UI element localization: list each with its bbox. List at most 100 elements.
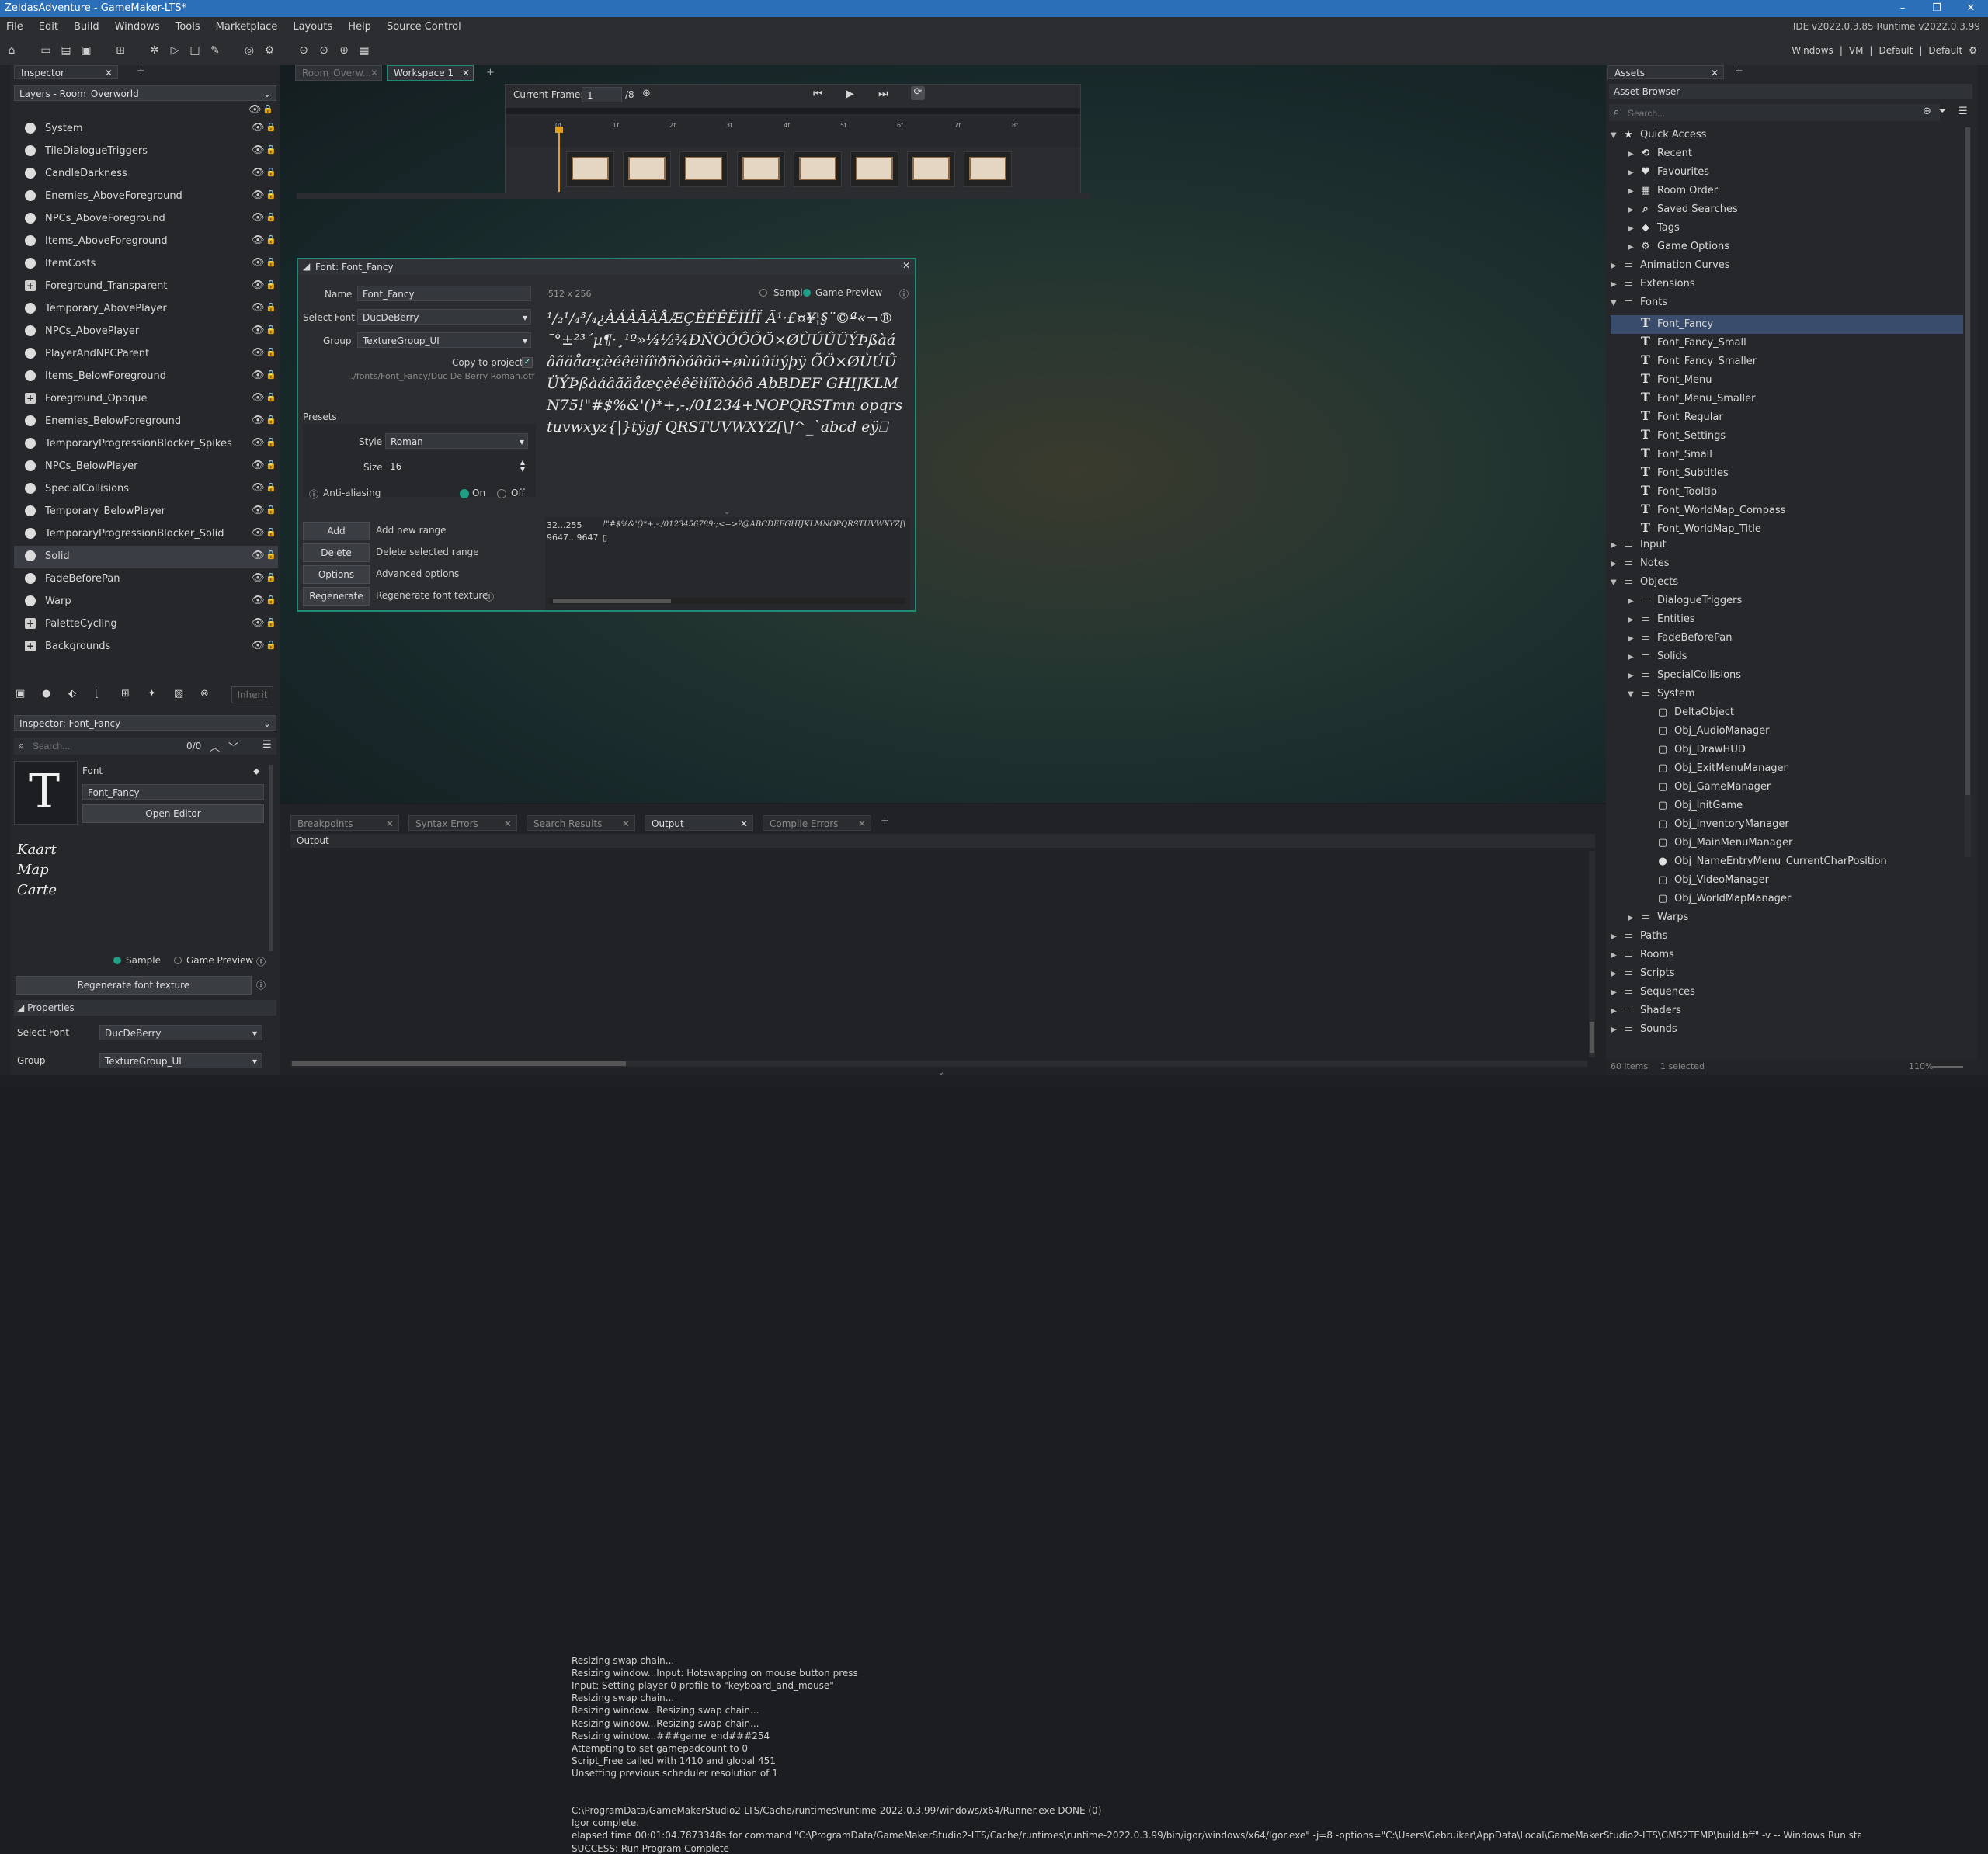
eye-icon[interactable]: 👁 (252, 572, 265, 584)
add-path-layer-icon[interactable]: ⬖ (68, 688, 76, 700)
close-icon[interactable]: ✕ (462, 68, 470, 78)
close-icon[interactable]: ✕ (1711, 68, 1719, 78)
collapse-icon[interactable]: ◢ (303, 261, 310, 272)
tree-item[interactable]: ▶ ▭ Warps (1611, 911, 1963, 930)
tree-item[interactable]: ▶ ▭ Rooms (1611, 949, 1963, 967)
output-hscroll[interactable] (290, 1061, 1587, 1067)
chevron-right-icon[interactable]: ▶ (1628, 243, 1639, 252)
help-icon[interactable]: ⓘ (485, 590, 494, 603)
tab-breakpoints[interactable]: Breakpoints ✕ (290, 815, 399, 831)
lock-icon[interactable]: 🔒 (266, 279, 276, 290)
lock-icon[interactable]: 🔒 (266, 482, 276, 492)
menu-layouts[interactable]: Layouts (293, 21, 332, 33)
eye-icon[interactable]: 👁 (252, 325, 265, 336)
tab-room-overworld[interactable]: Room_Overw... ✕ (295, 65, 382, 81)
tree-item[interactable]: ▢ Obj_InventoryManager (1611, 818, 1963, 837)
tree-item[interactable]: ▢ Obj_ExitMenuManager (1611, 762, 1963, 781)
loop-toggle-icon[interactable]: ⟳ (911, 86, 925, 100)
tree-item[interactable]: T Font_Subtitles (1611, 464, 1963, 483)
lock-icon[interactable]: 🔒 (266, 460, 276, 470)
minimize-button[interactable]: – (1885, 0, 1920, 17)
tree-item[interactable]: ▶ ⬥ Tags (1611, 222, 1963, 241)
tree-item[interactable]: ▶ ▭ Scripts (1611, 967, 1963, 986)
tree-item[interactable]: T Font_Regular (1611, 408, 1963, 427)
open-editor-button[interactable]: Open Editor (82, 804, 264, 823)
lock-icon[interactable]: 🔒 (266, 189, 276, 200)
frame-thumb[interactable] (907, 151, 955, 187)
maximize-button[interactable]: ❐ (1920, 0, 1954, 17)
close-window-button[interactable]: ✕ (1954, 0, 1988, 17)
properties-header[interactable]: ◢ Properties (14, 1000, 276, 1016)
inspector-search-input[interactable] (31, 738, 174, 754)
skip-end-icon[interactable]: ⏭ (878, 88, 888, 100)
chevron-down-icon[interactable]: ▼ (1628, 690, 1639, 699)
magic-wand-icon[interactable]: ✦ (148, 688, 156, 700)
lock-icon[interactable]: 🔒 (266, 640, 276, 650)
settings-icon[interactable]: ⚙ (262, 43, 276, 57)
lock-icon[interactable]: 🔒 (266, 234, 276, 245)
close-icon[interactable]: ✕ (504, 816, 512, 832)
lock-icon[interactable]: 🔒 (266, 325, 276, 335)
tree-item[interactable]: T Font_WorldMap_Title (1611, 520, 1963, 539)
target-config[interactable]: Default (1879, 45, 1913, 56)
layer-row[interactable]: + PaletteCycling 👁 🔒 (14, 613, 278, 636)
chevron-down-icon[interactable]: ▼ (1611, 299, 1621, 307)
chevron-right-icon[interactable]: ▶ (1611, 560, 1621, 568)
layer-row[interactable]: Solid 👁 🔒 (14, 546, 278, 568)
tree-item[interactable]: T Font_WorldMap_Compass (1611, 502, 1963, 520)
gear-icon[interactable]: ⚙ (1969, 45, 1977, 56)
effect-layer-icon[interactable]: ▧ (174, 688, 183, 700)
help-icon[interactable]: ⓘ (256, 978, 266, 991)
layer-row[interactable]: Warp 👁 🔒 (14, 591, 278, 613)
tree-item[interactable]: ▼ ★ Quick Access (1611, 129, 1963, 148)
run-icon[interactable]: ▷ (168, 43, 182, 57)
frame-thumb[interactable] (679, 151, 728, 187)
antialias-off-radio[interactable] (497, 489, 506, 498)
tab-output[interactable]: Output ✕ (645, 815, 753, 831)
add-tab-icon[interactable]: + (137, 65, 145, 77)
lock-icon[interactable]: 🔒 (266, 527, 276, 537)
tag-icon[interactable]: ⬥ (253, 766, 259, 777)
layer-row[interactable]: FadeBeforePan 👁 🔒 (14, 568, 278, 591)
eye-icon[interactable]: 👁 (252, 257, 265, 269)
add-asset-layer-icon[interactable]: ⌊ (95, 688, 99, 700)
menu-windows[interactable]: Windows (115, 21, 160, 33)
tree-item[interactable]: ▢ Obj_InitGame (1611, 800, 1963, 818)
options-button[interactable]: Options (303, 565, 370, 584)
tree-item[interactable]: ▢ Obj_VideoManager (1611, 874, 1963, 893)
add-tile-layer-icon[interactable]: ● (42, 688, 50, 700)
save-icon[interactable]: ▣ (79, 43, 93, 57)
menu-marketplace[interactable]: Marketplace (216, 21, 278, 33)
chevron-right-icon[interactable]: ▶ (1628, 187, 1639, 196)
frame-thumb[interactable] (623, 151, 671, 187)
tree-item[interactable]: ▢ DeltaObject (1611, 707, 1963, 725)
menu-source-control[interactable]: Source Control (387, 21, 461, 33)
select-font-dropdown[interactable]: DucDeBerry ▾ (99, 1025, 262, 1040)
tab-workspace-1[interactable]: Workspace 1 ✕ (387, 65, 474, 81)
tree-item[interactable]: ▢ Obj_GameManager (1611, 781, 1963, 800)
tree-item[interactable]: ▢ Obj_WorldMapManager (1611, 893, 1963, 911)
gamepad-icon[interactable]: ▦ (357, 43, 371, 57)
frame-thumb[interactable] (566, 151, 614, 187)
eye-icon[interactable]: 👁 (252, 460, 265, 471)
tree-item[interactable]: T Font_Small (1611, 446, 1963, 464)
lock-icon[interactable]: 🔒 (266, 505, 276, 515)
chevron-right-icon[interactable]: ▶ (1628, 150, 1639, 158)
layer-row[interactable]: Items_BelowForeground 👁 🔒 (14, 366, 278, 388)
layer-row[interactable]: + Backgrounds 👁 🔒 (14, 636, 278, 658)
lock-icon[interactable]: 🔒 (266, 392, 276, 402)
filter-icon[interactable]: ⏷ (1938, 106, 1946, 117)
layer-row[interactable]: + Foreground_Transparent 👁 🔒 (14, 276, 278, 298)
scroll-thumb[interactable] (1590, 1022, 1594, 1053)
tree-item[interactable]: ▶ ▭ Paths (1611, 930, 1963, 949)
add-folder-icon[interactable]: ⊞ (121, 688, 130, 700)
tree-item[interactable]: ▶ ▭ SpecialCollisions (1611, 669, 1963, 688)
layer-row[interactable]: Temporary_BelowPlayer 👁 🔒 (14, 501, 278, 523)
add-range-button[interactable]: Add (303, 522, 370, 540)
select-font-dropdown[interactable]: DucDeBerry ▾ (357, 309, 531, 325)
assets-vscroll[interactable] (1965, 127, 1971, 857)
tree-item[interactable]: ▼ ▭ Fonts (1611, 297, 1963, 315)
chevron-right-icon[interactable]: ▶ (1628, 597, 1639, 606)
debug-icon[interactable]: ✲ (148, 43, 162, 57)
frame-thumb[interactable] (964, 151, 1012, 187)
